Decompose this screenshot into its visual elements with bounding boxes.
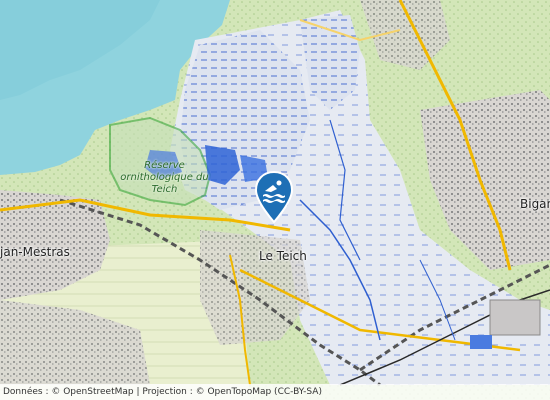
- reserve-label: Réserve ornithologique du Teich: [112, 160, 217, 196]
- map-attribution: Données : © OpenStreetMap | Projection :…: [0, 384, 550, 400]
- map-view[interactable]: jan-Mestras Le Teich Bigan Réserve ornit…: [0, 0, 550, 400]
- location-marker[interactable]: [254, 170, 294, 226]
- reserve-label-line2: ornithologique du: [120, 172, 209, 183]
- town-label-left: jan-Mestras: [0, 245, 70, 259]
- town-label-right: Bigan: [520, 197, 550, 211]
- reserve-label-line1: Réserve: [144, 160, 185, 171]
- town-label-center: Le Teich: [259, 249, 307, 263]
- reserve-label-line3: Teich: [151, 184, 178, 195]
